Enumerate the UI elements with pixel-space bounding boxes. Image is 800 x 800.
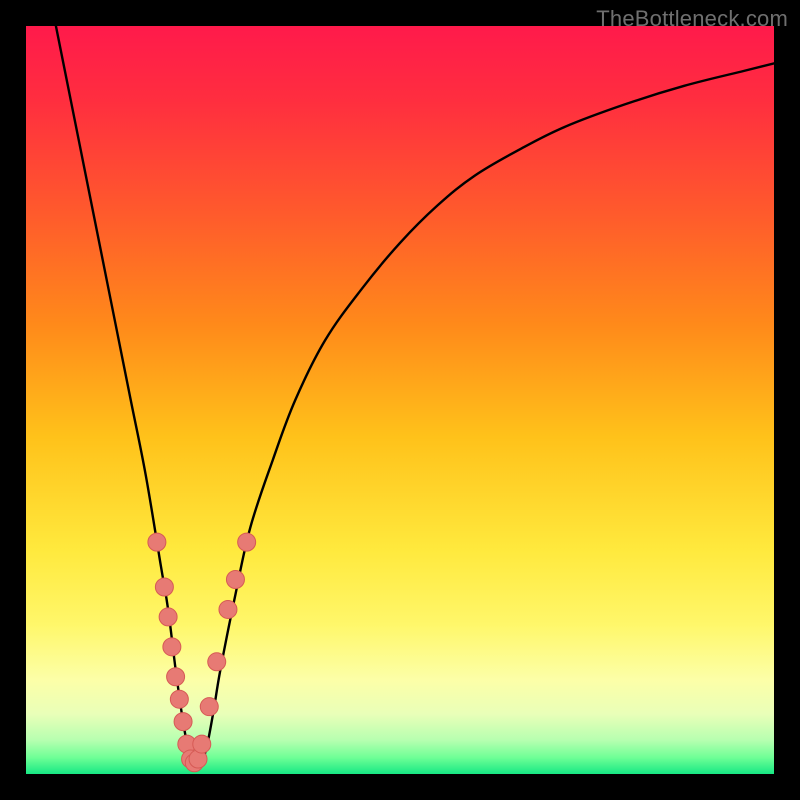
outer-frame: TheBottleneck.com (0, 0, 800, 800)
data-point-marker (226, 571, 244, 589)
curve-layer (26, 26, 774, 774)
data-point-marker (155, 578, 173, 596)
data-point-marker (219, 600, 237, 618)
data-point-marker (200, 698, 218, 716)
data-point-marker (159, 608, 177, 626)
data-point-marker (193, 735, 211, 753)
watermark-text: TheBottleneck.com (596, 6, 788, 32)
data-point-marker (167, 668, 185, 686)
data-point-marker (170, 690, 188, 708)
data-point-marker (174, 713, 192, 731)
data-point-marker (148, 533, 166, 551)
data-point-marker (238, 533, 256, 551)
plot-area (26, 26, 774, 774)
data-point-marker (208, 653, 226, 671)
data-point-marker (163, 638, 181, 656)
